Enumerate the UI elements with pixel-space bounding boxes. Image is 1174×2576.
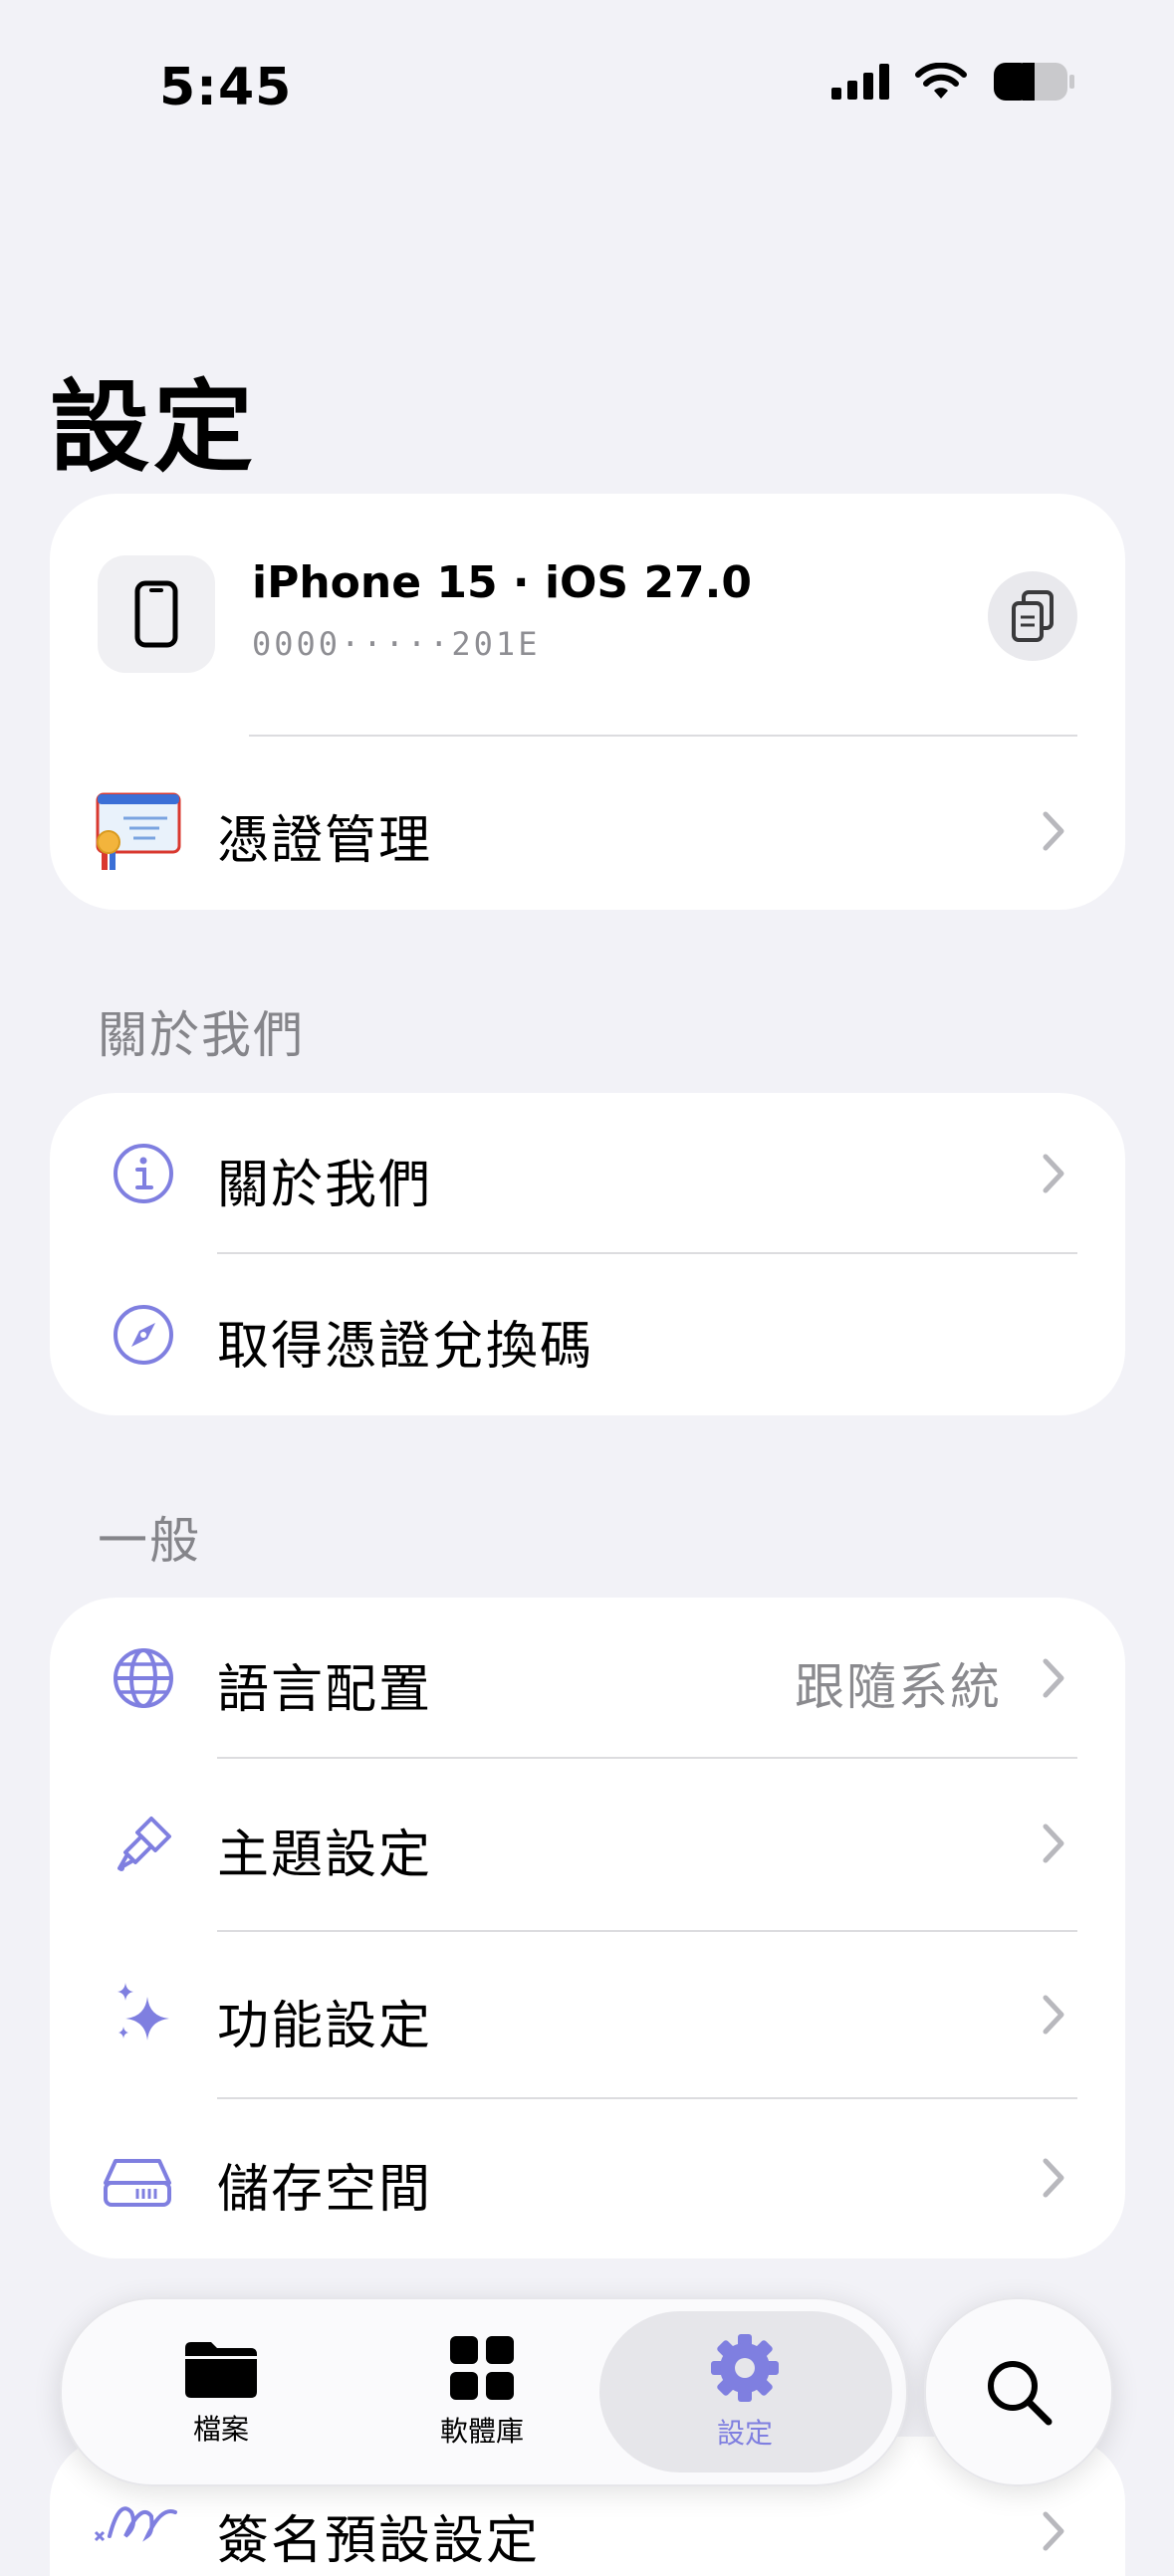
device-card: iPhone 15 · iOS 27.0 0000·····201E 憑證管理	[50, 494, 1125, 910]
tab-settings[interactable]: 設定	[615, 2299, 874, 2484]
search-button[interactable]	[924, 2297, 1113, 2486]
paintbrush-icon	[106, 1807, 181, 1882]
gear-icon	[711, 2334, 779, 2402]
feature-settings-row[interactable]: 功能設定	[50, 1932, 1125, 2097]
chevron-right-icon	[1043, 1154, 1064, 1193]
tab-files[interactable]: 檔案	[92, 2299, 351, 2484]
signing-defaults-label: 簽名預設設定	[217, 2511, 541, 2571]
sparkles-icon	[106, 1977, 181, 2052]
tab-library[interactable]: 軟體庫	[352, 2299, 611, 2484]
copy-icon	[1012, 590, 1054, 642]
chevron-right-icon	[1043, 1658, 1064, 1698]
certificate-management-label: 憑證管理	[217, 811, 433, 871]
about-section-header: 關於我們	[98, 1006, 305, 1064]
tab-files-label: 檔案	[192, 2413, 249, 2446]
chevron-right-icon	[1043, 1824, 1064, 1863]
certificate-management-row[interactable]: 憑證管理	[50, 752, 1125, 910]
page-title: 設定	[50, 369, 257, 486]
cellular-signal-icon	[831, 64, 889, 100]
status-icons	[831, 62, 1074, 102]
compass-icon	[106, 1297, 181, 1373]
about-card: 關於我們 取得憑證兌換碼	[50, 1093, 1125, 1415]
tab-settings-label: 設定	[716, 2417, 773, 2450]
about-us-label: 關於我們	[217, 1156, 433, 1215]
status-time: 5:45	[159, 58, 293, 117]
tab-library-label: 軟體庫	[439, 2415, 524, 2448]
device-icon-box	[98, 555, 215, 673]
chevron-right-icon	[1043, 2158, 1064, 2198]
feature-settings-label: 功能設定	[217, 1997, 433, 2056]
theme-row[interactable]: 主題設定	[50, 1759, 1125, 1930]
battery-icon	[994, 63, 1074, 101]
general-card: 語言配置 跟隨系統 主題設定 功能設定 儲存空間	[50, 1598, 1125, 2258]
storage-row[interactable]: 儲存空間	[50, 2099, 1125, 2258]
theme-label: 主題設定	[217, 1825, 433, 1885]
certificate-icon	[94, 790, 183, 874]
language-label: 語言配置	[217, 1660, 433, 1720]
main-separator	[249, 735, 1077, 737]
globe-icon	[106, 1640, 181, 1716]
signature-icon	[92, 2492, 181, 2548]
about-us-row[interactable]: 關於我們	[50, 1093, 1125, 1254]
copy-button[interactable]	[988, 571, 1077, 661]
device-id: 0000·····201E	[252, 625, 541, 663]
status-bar: 5:45	[0, 0, 1174, 169]
chevron-right-icon	[1043, 811, 1064, 851]
language-row[interactable]: 語言配置 跟隨系統	[50, 1598, 1125, 1759]
language-value: 跟隨系統	[795, 1658, 1002, 1716]
chevron-right-icon	[1043, 2511, 1064, 2551]
drive-icon	[102, 2141, 173, 2217]
general-section-header: 一般	[98, 1512, 201, 1570]
folder-icon	[185, 2342, 257, 2398]
get-redeem-code-label: 取得憑證兌換碼	[217, 1317, 594, 1377]
get-redeem-code-row[interactable]: 取得憑證兌換碼	[50, 1254, 1125, 1415]
grid-icon	[450, 2336, 514, 2400]
search-icon	[988, 2361, 1053, 2426]
info-icon	[106, 1136, 181, 1211]
wifi-icon	[915, 63, 967, 99]
tab-bar: 檔案 軟體庫 設定	[60, 2297, 908, 2486]
chevron-right-icon	[1043, 1995, 1064, 2035]
storage-label: 儲存空間	[217, 2160, 433, 2220]
iphone-icon	[134, 580, 178, 648]
device-name: iPhone 15 · iOS 27.0	[252, 557, 753, 608]
